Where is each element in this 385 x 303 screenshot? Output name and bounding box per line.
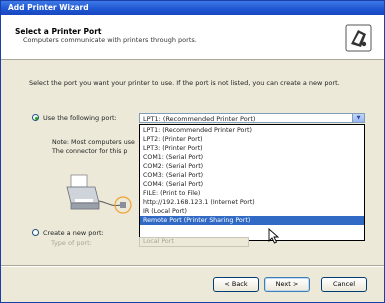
- port-option-lpt2[interactable]: LPT2: (Printer Port): [140, 135, 364, 144]
- chevron-down-icon[interactable]: ▼: [352, 114, 364, 122]
- window-title: Add Printer Wizard: [8, 3, 89, 12]
- header-subtitle: Computers communicate with printers thro…: [23, 36, 197, 44]
- printer-wizard-icon: [345, 24, 372, 52]
- create-port-radio[interactable]: [32, 229, 39, 236]
- port-option-remote[interactable]: Remote Port (Printer Sharing Port): [140, 216, 364, 225]
- port-list[interactable]: LPT1: (Recommended Printer Port) LPT2: (…: [139, 124, 365, 241]
- use-port-radio[interactable]: [32, 114, 39, 121]
- back-button[interactable]: < Back: [213, 277, 259, 292]
- port-option-file[interactable]: FILE: (Print to File): [140, 189, 364, 198]
- cancel-button[interactable]: Cancel: [321, 277, 367, 292]
- port-option-ir[interactable]: IR (Local Port): [140, 207, 364, 216]
- port-option-lpt1[interactable]: LPT1: (Recommended Printer Port): [140, 126, 364, 135]
- mouse-cursor-icon: [268, 228, 280, 244]
- note-line-1: Note: Most computers use: [52, 139, 135, 146]
- wizard-header: Select a Printer Port Computers communic…: [1, 15, 384, 60]
- footer-divider: [1, 265, 384, 267]
- add-printer-wizard-window: Add Printer Wizard Select a Printer Port…: [0, 0, 385, 303]
- title-bar[interactable]: Add Printer Wizard: [1, 1, 384, 15]
- port-option-com2[interactable]: COM2: (Serial Port): [140, 162, 364, 171]
- port-type-label: Type of port:: [51, 239, 92, 247]
- use-port-label[interactable]: Use the following port:: [43, 114, 117, 122]
- port-dropdown[interactable]: LPT1: (Recommended Printer Port) ▼: [139, 113, 365, 123]
- port-option-internet[interactable]: http://192.168.123.1 (Internet Port): [140, 198, 364, 207]
- printer-illustration-icon: [66, 174, 132, 214]
- port-option-com3[interactable]: COM3: (Serial Port): [140, 171, 364, 180]
- create-port-label[interactable]: Create a new port:: [43, 229, 104, 237]
- instructions-text: Select the port you want your printer to…: [29, 79, 340, 87]
- port-type-select[interactable]: Local Port: [139, 237, 249, 247]
- port-option-lpt3[interactable]: LPT3: (Printer Port): [140, 144, 364, 153]
- next-button[interactable]: Next >: [264, 277, 310, 292]
- port-dropdown-value: LPT1: (Recommended Printer Port): [143, 115, 256, 123]
- port-option-com4[interactable]: COM4: (Serial Port): [140, 180, 364, 189]
- note-line-2: The connector for this p: [52, 148, 128, 155]
- port-option-com1[interactable]: COM1: (Serial Port): [140, 153, 364, 162]
- header-title: Select a Printer Port: [15, 27, 102, 36]
- port-note: Note: Most computers use The connector f…: [52, 138, 140, 156]
